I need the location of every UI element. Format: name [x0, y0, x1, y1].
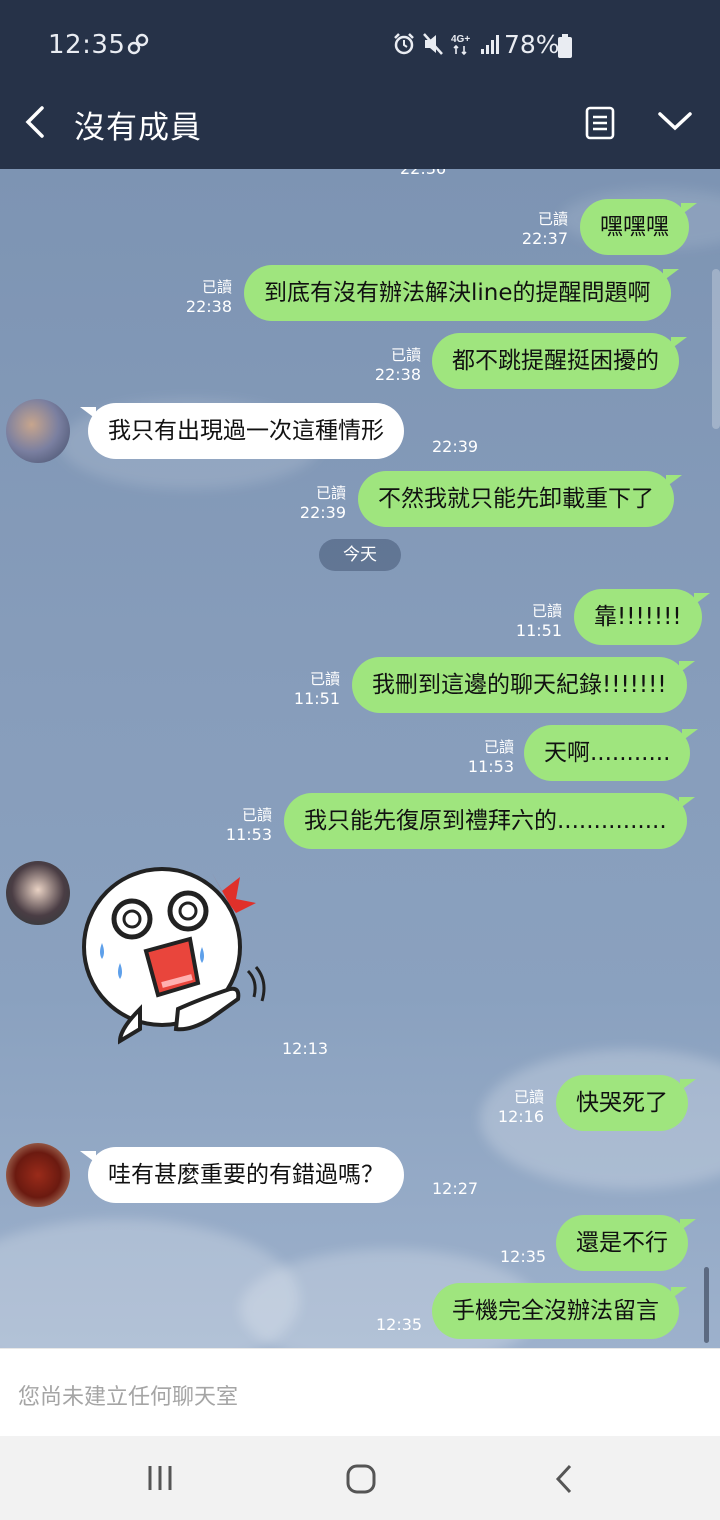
scrollbar-track[interactable] — [712, 269, 720, 429]
message-meta: 已讀 11:51 — [474, 601, 562, 641]
notes-icon[interactable] — [584, 106, 616, 140]
message-time: 12:13 — [282, 1039, 329, 1058]
message-time: 12:35 — [500, 1247, 547, 1266]
message-bubble-me[interactable]: 我只能先復原到禮拜六的............... — [284, 793, 695, 849]
chat-header: 沒有成員 — [0, 76, 720, 169]
message-bubble-me[interactable]: 天啊........... — [524, 725, 699, 781]
message-meta: 已讀 11:51 — [252, 669, 340, 709]
link-icon — [127, 33, 149, 55]
message-time: 22:39 — [432, 437, 479, 456]
message-bubble-me[interactable]: 不然我就只能先卸載重下了 — [358, 471, 682, 527]
message-bubble-me[interactable]: 到底有沒有辦法解決line的提醒問題啊 — [244, 265, 679, 321]
alarm-icon — [394, 33, 414, 55]
message-time: 11:53 — [467, 757, 514, 776]
avatar[interactable] — [6, 1143, 70, 1207]
system-navbar — [0, 1436, 720, 1520]
message-bubble-me[interactable]: 快哭死了 — [556, 1075, 696, 1131]
message-meta: 已讀 11:53 — [184, 805, 272, 845]
read-receipt: 已讀 — [537, 210, 568, 228]
message-time: 12:27 — [432, 1179, 479, 1198]
home-icon[interactable] — [346, 1464, 376, 1494]
svg-text:4G+: 4G+ — [451, 34, 470, 45]
message-bubble-other[interactable]: 哇有甚麼重要的有錯過嗎？ — [80, 1147, 404, 1203]
message-bubble-me[interactable]: 靠!!!!!!! — [574, 589, 710, 645]
network-4g-icon: 4G+ — [451, 34, 470, 56]
message-bubble-me[interactable]: 嘿嘿嘿 — [580, 199, 697, 255]
battery-percent: 78% — [504, 30, 560, 59]
back-nav-icon[interactable] — [552, 1464, 576, 1494]
message-time: 11:53 — [225, 825, 272, 844]
message-bubble-me[interactable]: 還是不行 — [556, 1215, 696, 1271]
composer-bar[interactable]: 您尚未建立任何聊天室 — [0, 1348, 720, 1436]
message-bubble-me[interactable]: 手機完全沒辦法留言 — [432, 1283, 687, 1339]
chat-area[interactable]: 22:36 已讀 22:37 嘿嘿嘿 已讀 22:38 到底有沒有辦法解決lin… — [0, 169, 720, 1348]
recent-apps-icon[interactable] — [146, 1464, 174, 1492]
chevron-down-icon[interactable] — [656, 108, 694, 136]
read-receipt: 已讀 — [315, 484, 346, 502]
read-receipt: 已讀 — [483, 738, 514, 756]
message-meta: 已讀 22:37 — [480, 209, 568, 249]
read-receipt: 已讀 — [201, 278, 232, 296]
message-meta: 已讀 11:53 — [426, 737, 514, 777]
battery-icon — [558, 34, 572, 58]
message-bubble-me[interactable]: 都不跳提醒挺困擾的 — [432, 333, 687, 389]
message-time: 11:51 — [293, 689, 340, 708]
message-time: 22:37 — [521, 229, 568, 248]
signal-icon — [481, 35, 499, 54]
read-receipt: 已讀 — [513, 1088, 544, 1106]
mute-icon — [423, 33, 443, 55]
message-bubble-me[interactable]: 我刪到這邊的聊天紀錄!!!!!!! — [352, 657, 695, 713]
read-receipt: 已讀 — [390, 346, 421, 364]
chat-title: 沒有成員 — [74, 110, 202, 146]
message-time: 22:38 — [374, 365, 421, 384]
composer-placeholder: 您尚未建立任何聊天室 — [18, 1385, 239, 1410]
read-receipt: 已讀 — [309, 670, 340, 688]
message-time: 12:35 — [376, 1315, 423, 1334]
message-meta: 已讀 22:38 — [144, 277, 232, 317]
message-time: 22:39 — [299, 503, 346, 522]
read-receipt: 已讀 — [241, 806, 272, 824]
message-time: 22:38 — [185, 297, 232, 316]
message-meta: 已讀 22:38 — [333, 345, 421, 385]
scrollbar-thumb[interactable] — [704, 1267, 709, 1343]
status-time: 12:35 — [48, 30, 126, 60]
clipped-timestamp: 22:36 — [400, 169, 446, 178]
status-icons: 4G+ — [392, 32, 502, 56]
message-bubble-other[interactable]: 我只有出現過一次這種情形 — [80, 403, 404, 459]
message-meta: 已讀 12:16 — [456, 1087, 544, 1127]
back-icon[interactable] — [20, 104, 50, 140]
avatar[interactable] — [6, 861, 70, 925]
message-time: 12:16 — [497, 1107, 544, 1126]
avatar[interactable] — [6, 399, 70, 463]
read-receipt: 已讀 — [531, 602, 562, 620]
date-divider: 今天 — [319, 539, 401, 571]
message-time: 11:51 — [515, 621, 562, 640]
crying-sticker[interactable] — [80, 859, 270, 1059]
message-meta: 已讀 22:39 — [258, 483, 346, 523]
status-bar: 12:35 4G+ 78% — [0, 0, 720, 76]
